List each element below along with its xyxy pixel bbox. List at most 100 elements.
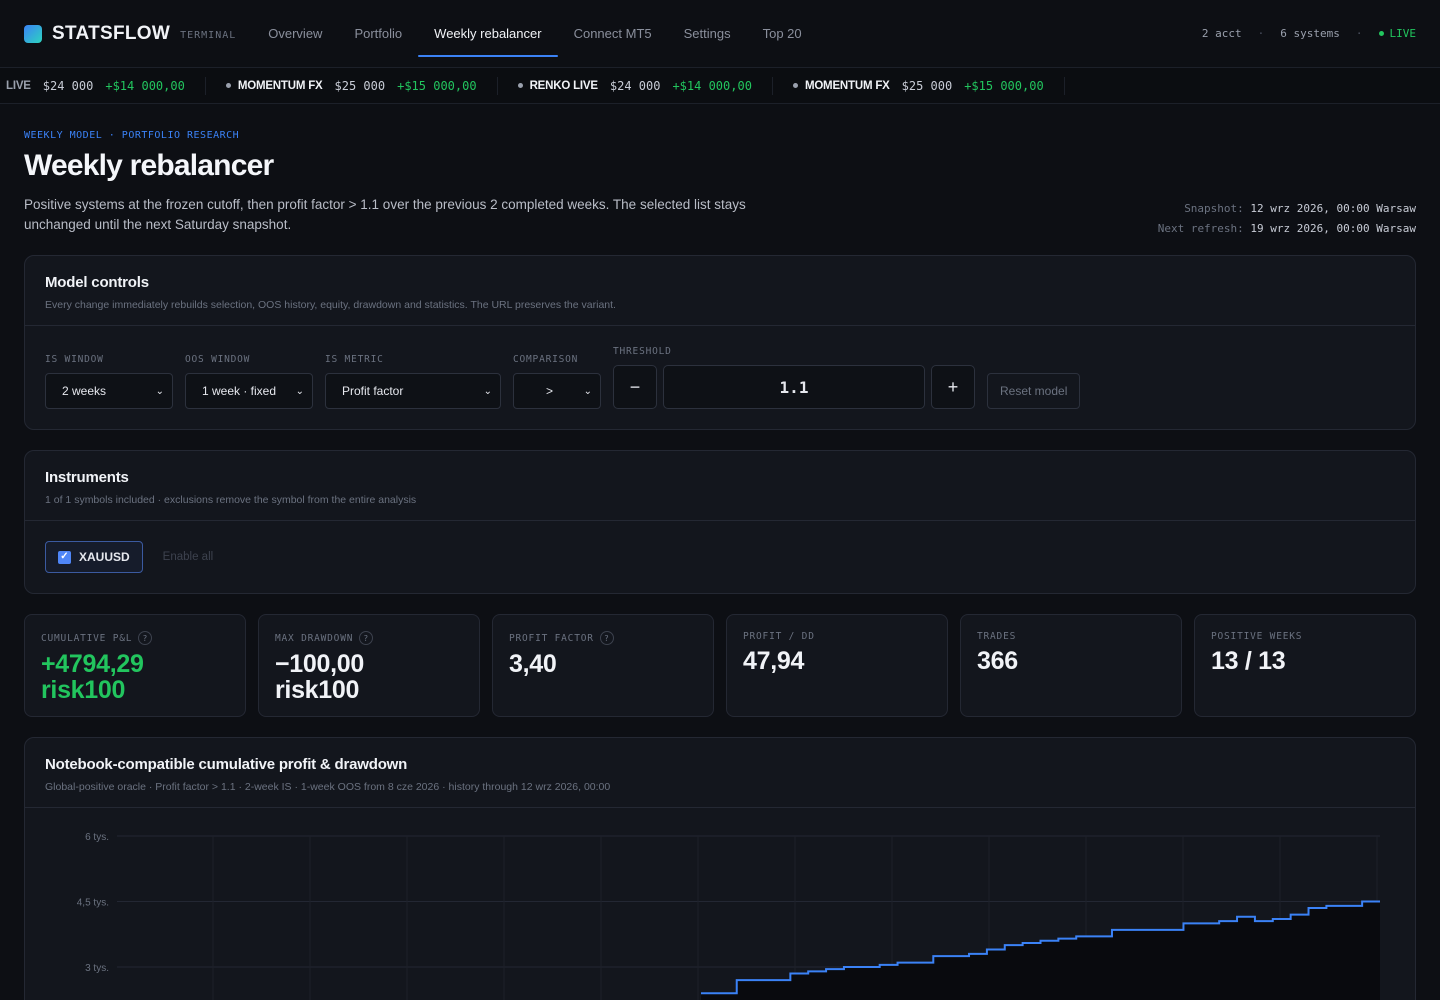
instrument-chip-xauusd[interactable]: ✓ XAUUSD: [45, 541, 143, 573]
live-dot-icon: [1378, 31, 1384, 36]
main-content: WEEKLY MODEL · PORTFOLIO RESEARCH Weekly…: [0, 130, 1440, 1000]
stat-card-profit-factor: PROFIT FACTOR? 3,40: [492, 614, 714, 717]
is-metric-value: Profit factor: [342, 384, 404, 398]
stat-label: PROFIT FACTOR: [509, 632, 594, 644]
refresh-label: Next refresh:: [1157, 222, 1244, 235]
nav-top-20[interactable]: Top 20: [747, 0, 818, 68]
stat-value: 47,94: [743, 647, 805, 675]
chart-subtitle: Global-positive oracle · Profit factor >…: [45, 781, 611, 793]
equity-chart-card: Notebook-compatible cumulative profit & …: [24, 737, 1416, 1000]
ticker-change: +$15 000,00: [964, 78, 1044, 93]
nav-settings[interactable]: Settings: [668, 0, 747, 68]
stat-label: TRADES: [977, 631, 1017, 642]
stat-card-profit-dd: PROFIT / DD 47,94: [726, 614, 948, 717]
ticker-item[interactable]: MOMENTUM FX $25 000 +$15 000,00: [206, 76, 498, 95]
nav-overview[interactable]: Overview: [252, 0, 338, 68]
stat-value: 3,40: [509, 650, 557, 678]
stat-label: CUMULATIVE P&L: [41, 632, 133, 644]
ticker-strip: LIVE $24 000 +$14 000,00 MOMENTUM FX $25…: [0, 68, 1440, 104]
chart-title: Notebook-compatible cumulative profit & …: [45, 756, 408, 773]
ticker-item[interactable]: LIVE $24 000 +$14 000,00: [0, 76, 206, 95]
stat-card-trades: TRADES 366: [960, 614, 1182, 717]
page-title: Weekly rebalancer: [24, 149, 274, 182]
page-eyebrow: WEEKLY MODEL · PORTFOLIO RESEARCH: [24, 130, 240, 141]
ticker-change: +$14 000,00: [105, 78, 185, 93]
live-label: LIVE: [1389, 27, 1417, 40]
is-metric-select[interactable]: Profit factor ⌄: [325, 373, 501, 409]
threshold-input[interactable]: 1.1: [663, 365, 925, 409]
ticker-name: LIVE: [6, 79, 31, 92]
ticker-name: RENKO LIVE: [529, 79, 598, 92]
stat-card-max-drawdown: MAX DRAWDOWN? −100,00 risk100: [258, 614, 480, 717]
threshold-increment-button[interactable]: +: [931, 365, 975, 409]
instruments-title: Instruments: [45, 469, 129, 486]
chevron-down-icon: ⌄: [483, 385, 492, 397]
brand-name: STATSFLOW: [52, 22, 171, 44]
ticker-value: $24 000: [42, 78, 94, 93]
chevron-down-icon: ⌄: [155, 385, 164, 397]
stat-value: 13 / 13: [1211, 647, 1286, 675]
nav-connect-mt5[interactable]: Connect MT5: [558, 0, 668, 68]
status-dot-icon: [792, 83, 798, 88]
checkbox-checked-icon[interactable]: ✓: [58, 550, 71, 564]
logo-icon: [24, 24, 42, 43]
ticker-value: $24 000: [609, 78, 661, 93]
snapshot-info: Snapshot: 12 wrz 2026, 00:00 Warsaw Next…: [1158, 199, 1416, 239]
threshold-decrement-button[interactable]: −: [613, 365, 657, 409]
top-navigation-bar: STATSFLOW TERMINAL Overview Portfolio We…: [0, 0, 1440, 68]
is-window-select[interactable]: 2 weeks ⌄: [45, 373, 173, 409]
chevron-down-icon: ⌄: [295, 385, 304, 397]
is-metric-label: IS METRIC: [325, 354, 384, 365]
equity-area: [701, 901, 1380, 1000]
oos-window-label: OOS WINDOW: [185, 354, 251, 365]
main-nav: Overview Portfolio Weekly rebalancer Con…: [252, 0, 817, 68]
instruments-subtitle: 1 of 1 symbols included · exclusions rem…: [45, 494, 417, 506]
y-tick-label: 3 tys.: [85, 963, 109, 974]
help-icon[interactable]: ?: [359, 631, 374, 645]
is-window-value: 2 weeks: [62, 384, 107, 398]
help-icon[interactable]: ?: [138, 631, 153, 645]
stat-value: +4794,29 risk100: [41, 650, 144, 704]
status-bar: 2 acct · 6 systems · LIVE: [1202, 27, 1416, 40]
nav-portfolio[interactable]: Portfolio: [338, 0, 418, 68]
separator: ·: [1257, 27, 1265, 40]
help-icon[interactable]: ?: [599, 631, 614, 645]
stat-card-cumulative-pnl: CUMULATIVE P&L? +4794,29 risk100: [24, 614, 246, 717]
ticker-value: $25 000: [901, 78, 953, 93]
stat-value: 366: [977, 647, 1018, 675]
page-description: Positive systems at the frozen cutoff, t…: [24, 197, 746, 232]
ticker-change: +$15 000,00: [397, 78, 477, 93]
ticker-item[interactable]: MOMENTUM FX $25 000 +$15 000,00: [773, 76, 1065, 95]
instrument-symbol: XAUUSD: [79, 550, 130, 564]
ticker-change: +$14 000,00: [672, 78, 752, 93]
ticker-item[interactable]: RENKO LIVE $24 000 +$14 000,00: [498, 76, 773, 95]
status-dot-icon: [517, 83, 523, 88]
comparison-select[interactable]: > ⌄: [513, 373, 601, 409]
ticker-value: $25 000: [334, 78, 386, 93]
comparison-label: COMPARISON: [513, 354, 579, 365]
snapshot-label: Snapshot:: [1184, 202, 1244, 215]
stat-label: POSITIVE WEEKS: [1211, 631, 1303, 642]
instruments-card: Instruments 1 of 1 symbols included · ex…: [24, 450, 1416, 594]
model-controls-title: Model controls: [45, 274, 149, 291]
stat-label: MAX DRAWDOWN: [275, 632, 354, 644]
snapshot-value: 12 wrz 2026, 00:00 Warsaw: [1250, 202, 1416, 215]
model-controls-subtitle: Every change immediately rebuilds select…: [45, 299, 616, 311]
comparison-control: COMPARISON > ⌄: [513, 354, 601, 409]
systems-count: 6 systems: [1280, 27, 1340, 40]
enable-all-button[interactable]: Enable all: [163, 551, 214, 563]
ticker-name: MOMENTUM FX: [804, 79, 890, 92]
stat-value: −100,00 risk100: [275, 650, 364, 704]
oos-window-value: 1 week · fixed: [202, 384, 277, 398]
comparison-value: >: [546, 384, 554, 398]
live-indicator: LIVE: [1378, 27, 1417, 40]
ticker-name: MOMENTUM FX: [237, 79, 323, 92]
oos-window-select[interactable]: 1 week · fixed ⌄: [185, 373, 313, 409]
reset-model-button[interactable]: Reset model: [987, 373, 1081, 409]
is-window-label: IS WINDOW: [45, 354, 104, 365]
chevron-down-icon: ⌄: [583, 385, 592, 397]
threshold-control: THRESHOLD − 1.1 +: [613, 346, 975, 409]
status-dot-icon: [225, 83, 231, 88]
stat-label: PROFIT / DD: [743, 631, 815, 642]
nav-weekly-rebalancer[interactable]: Weekly rebalancer: [418, 0, 559, 68]
